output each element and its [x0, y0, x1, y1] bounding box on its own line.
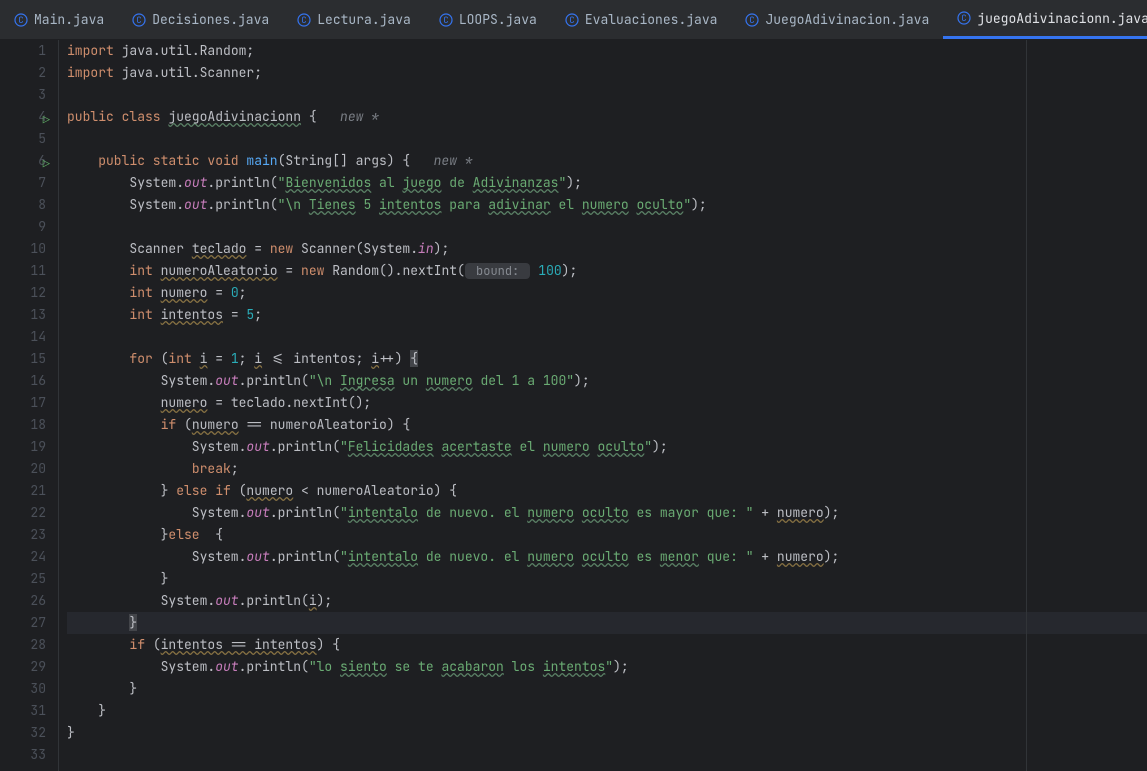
- line-number: 24: [0, 546, 46, 568]
- code-line: System.out.println(i);: [67, 590, 1147, 612]
- line-number: 25: [0, 568, 46, 590]
- code-line: [67, 216, 1147, 238]
- code-line: System.out.println("intentalo de nuevo. …: [67, 546, 1147, 568]
- svg-text:C: C: [302, 14, 307, 26]
- line-number: 6▷: [0, 150, 46, 172]
- code-line: Scanner teclado = new Scanner(System.in)…: [67, 238, 1147, 260]
- svg-text:C: C: [18, 14, 23, 26]
- tab-label: Evaluaciones.java: [585, 11, 718, 28]
- code-line: [67, 84, 1147, 106]
- code-line: System.out.println("intentalo de nuevo. …: [67, 502, 1147, 524]
- line-number: 28: [0, 634, 46, 656]
- tab-bar: C Main.java C Decisiones.java C Lectura.…: [0, 0, 1147, 40]
- line-number: 16: [0, 370, 46, 392]
- line-number: 15: [0, 348, 46, 370]
- code-line: public static void main(String[] args) {…: [67, 150, 1147, 172]
- tab-label: juegoAdivinacionn.java: [977, 10, 1147, 27]
- tab-decisiones[interactable]: C Decisiones.java: [118, 0, 283, 39]
- code-line: public class juegoAdivinacionn { new *: [67, 106, 1147, 128]
- line-number: 8: [0, 194, 46, 216]
- line-number: 9: [0, 216, 46, 238]
- java-class-icon: C: [14, 13, 28, 27]
- java-class-icon: C: [439, 13, 453, 27]
- code-line: }: [67, 678, 1147, 700]
- svg-text:C: C: [569, 14, 574, 26]
- tab-juegoadivinacion[interactable]: C JuegoAdivinacion.java: [731, 0, 943, 39]
- line-gutter: 1 2 3 4▷ 5 6▷ 7 8 9 10 11 12 13 14 15 16…: [0, 40, 58, 771]
- code-line: System.out.println("\n Ingresa un numero…: [67, 370, 1147, 392]
- code-line: int numeroAleatorio = new Random().nextI…: [67, 260, 1147, 282]
- line-number: 17: [0, 392, 46, 414]
- line-number: 1: [0, 40, 46, 62]
- svg-text:C: C: [750, 14, 755, 26]
- svg-text:C: C: [443, 14, 448, 26]
- line-number: 33: [0, 744, 46, 766]
- code-line: [67, 744, 1147, 766]
- line-number: 10: [0, 238, 46, 260]
- tab-label: JuegoAdivinacion.java: [765, 11, 929, 28]
- java-class-icon: C: [297, 13, 311, 27]
- tab-label: Decisiones.java: [152, 11, 269, 28]
- editor[interactable]: 1 2 3 4▷ 5 6▷ 7 8 9 10 11 12 13 14 15 16…: [0, 40, 1147, 771]
- svg-text:C: C: [137, 14, 142, 26]
- code-line: break;: [67, 458, 1147, 480]
- line-number: 21: [0, 480, 46, 502]
- tab-label: LOOPS.java: [459, 11, 537, 28]
- line-number: 2: [0, 62, 46, 84]
- code-line: System.out.println("\n Tienes 5 intentos…: [67, 194, 1147, 216]
- tab-juegoadivinacionn[interactable]: C juegoAdivinacionn.java ×: [943, 0, 1147, 39]
- code-line: }else {: [67, 524, 1147, 546]
- line-number: 11: [0, 260, 46, 282]
- code-line: [67, 128, 1147, 150]
- line-number: 31: [0, 700, 46, 722]
- line-number: 12: [0, 282, 46, 304]
- line-number: 4▷: [0, 106, 46, 128]
- line-number: 7: [0, 172, 46, 194]
- line-number: 14: [0, 326, 46, 348]
- code-line: import java.util.Random;: [67, 40, 1147, 62]
- java-class-icon: C: [957, 11, 971, 25]
- code-line: }: [67, 700, 1147, 722]
- line-number: 13: [0, 304, 46, 326]
- line-number: 23: [0, 524, 46, 546]
- code-line: } else if (numero < numeroAleatorio) {: [67, 480, 1147, 502]
- java-class-icon: C: [745, 13, 759, 27]
- tab-evaluaciones[interactable]: C Evaluaciones.java: [551, 0, 732, 39]
- code-line: }: [67, 612, 1147, 634]
- tab-lectura[interactable]: C Lectura.java: [283, 0, 425, 39]
- code-line: System.out.println("Felicidades acertast…: [67, 436, 1147, 458]
- java-class-icon: C: [132, 13, 146, 27]
- line-number: 18: [0, 414, 46, 436]
- code-line: int intentos = 5;: [67, 304, 1147, 326]
- line-number: 22: [0, 502, 46, 524]
- code-line: numero = teclado.nextInt();: [67, 392, 1147, 414]
- line-number: 32: [0, 722, 46, 744]
- tab-loops[interactable]: C LOOPS.java: [425, 0, 551, 39]
- code-line: }: [67, 722, 1147, 744]
- java-class-icon: C: [565, 13, 579, 27]
- code-line: System.out.println("lo siento se te acab…: [67, 656, 1147, 678]
- right-margin-line: [1026, 40, 1027, 771]
- line-number: 3: [0, 84, 46, 106]
- code-line: import java.util.Scanner;: [67, 62, 1147, 84]
- line-number: 19: [0, 436, 46, 458]
- line-number: 26: [0, 590, 46, 612]
- tab-label: Main.java: [34, 11, 104, 28]
- line-number: 5: [0, 128, 46, 150]
- code-line: int numero = 0;: [67, 282, 1147, 304]
- line-number: 20: [0, 458, 46, 480]
- tab-main[interactable]: C Main.java: [0, 0, 118, 39]
- code-area[interactable]: import java.util.Random; import java.uti…: [58, 40, 1147, 771]
- code-line: if (numero == numeroAleatorio) {: [67, 414, 1147, 436]
- tab-label: Lectura.java: [317, 11, 411, 28]
- code-line: if (intentos == intentos) {: [67, 634, 1147, 656]
- code-line: [67, 326, 1147, 348]
- line-number: 30: [0, 678, 46, 700]
- line-number: 29: [0, 656, 46, 678]
- code-line: }: [67, 568, 1147, 590]
- svg-text:C: C: [962, 12, 967, 24]
- line-number: 27: [0, 612, 46, 634]
- code-line: for (int i = 1; i <= intentos; i++) {: [67, 348, 1147, 370]
- code-line: System.out.println("Bienvenidos al juego…: [67, 172, 1147, 194]
